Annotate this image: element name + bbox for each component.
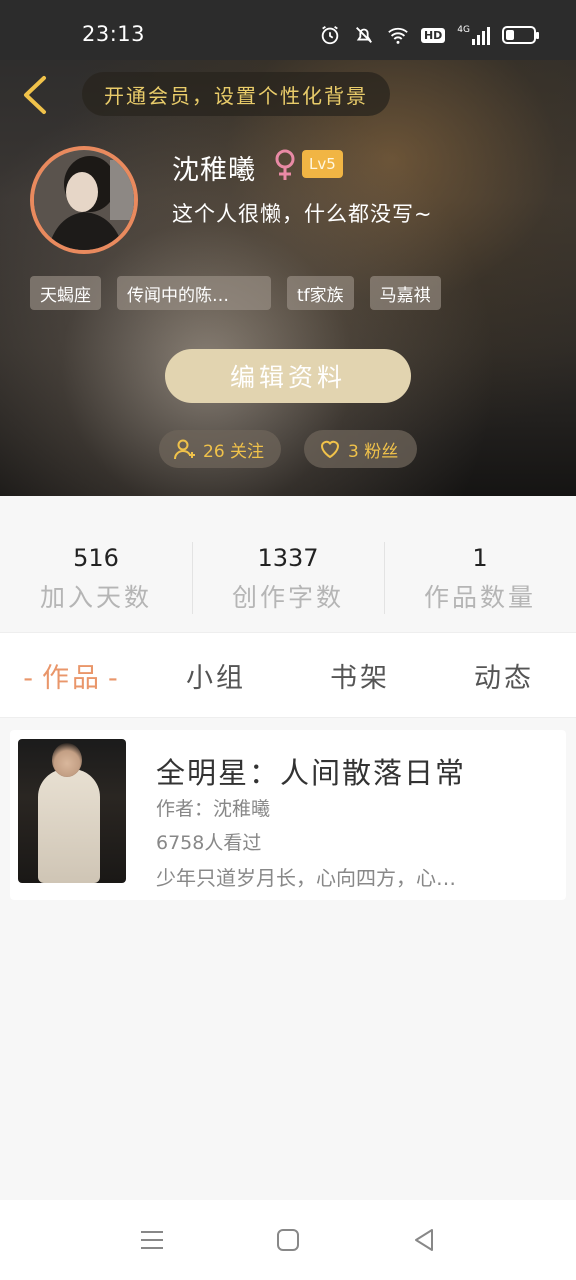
tab-works[interactable]: - 作品 - xyxy=(0,656,144,695)
stat-label: 创作字数 xyxy=(231,583,344,612)
status-time: 23:13 xyxy=(82,22,146,46)
back-button[interactable] xyxy=(16,72,56,118)
wifi-icon xyxy=(388,27,408,44)
stat-value: 516 xyxy=(73,544,119,572)
stat-word-count: 1337 创作字数 xyxy=(192,496,384,632)
tag-item[interactable]: tf家族 xyxy=(287,276,354,310)
tab-label: 作品 xyxy=(42,662,102,694)
avatar-image xyxy=(34,150,134,250)
profile-tabs: - 作品 - 小组 书架 动态 xyxy=(0,632,576,718)
level-badge: Lv5 xyxy=(302,150,343,178)
hd-icon: HD xyxy=(420,27,446,43)
cover-head xyxy=(52,743,82,777)
battery-icon xyxy=(502,26,539,44)
menu-icon[interactable] xyxy=(138,1226,166,1254)
edit-profile-button[interactable]: 编辑资料 xyxy=(165,349,411,403)
cover-figure xyxy=(38,769,100,883)
network-type-label: 4G xyxy=(457,25,470,35)
mute-bell-icon xyxy=(355,27,372,43)
stat-works-count: 1 作品数量 xyxy=(384,496,576,632)
tab-activity[interactable]: 动态 xyxy=(432,656,576,695)
avatar[interactable] xyxy=(30,146,138,254)
username: 沈稚曦 xyxy=(172,155,256,186)
tab-indicator-right: - xyxy=(108,662,121,694)
female-icon xyxy=(275,149,295,180)
stat-label: 加入天数 xyxy=(39,583,152,612)
following-button[interactable]: 26 关注 xyxy=(159,430,281,468)
work-title: 全明星：人间散落日常 xyxy=(156,756,467,790)
fans-button[interactable]: 3 粉丝 xyxy=(304,430,417,468)
stats-row: 516 加入天数 1337 创作字数 1 作品数量 xyxy=(0,496,576,632)
status-bar: 23:13 HD 4G xyxy=(0,0,576,60)
stat-join-days: 516 加入天数 xyxy=(0,496,192,632)
vip-banner[interactable]: 开通会员，设置个性化背景 xyxy=(82,72,390,116)
heart-icon xyxy=(320,440,340,459)
status-icons: HD 4G xyxy=(319,24,539,46)
system-nav-bar xyxy=(0,1200,576,1280)
tag-item[interactable]: 传闻中的陈… xyxy=(117,276,271,310)
stat-value: 1 xyxy=(472,544,488,572)
work-card[interactable]: 全明星：人间散落日常 作者：沈稚曦 6758人看过 少年只道岁月长，心向四方，心… xyxy=(10,730,566,900)
work-views: 6758人看过 xyxy=(156,832,262,854)
work-author: 作者：沈稚曦 xyxy=(156,798,271,820)
signal-icon: 4G xyxy=(457,25,490,45)
tab-bookshelf[interactable]: 书架 xyxy=(288,656,432,695)
stat-label: 作品数量 xyxy=(423,583,536,612)
alarm-icon xyxy=(321,25,339,45)
work-description: 少年只道岁月长，心向四方，心… xyxy=(156,866,456,890)
fans-count: 3 粉丝 xyxy=(348,441,399,462)
user-add-icon xyxy=(174,439,195,460)
tab-indicator-left: - xyxy=(23,662,36,694)
tag-list: 天蝎座 传闻中的陈… tf家族 马嘉祺 xyxy=(30,276,441,310)
user-bio: 这个人很懒，什么都没写~ xyxy=(172,202,433,226)
profile-header: 23:13 HD 4G 开通会员，设置个性化背景 沈稚曦 Lv5 这个人很懒，什… xyxy=(0,0,576,496)
work-cover-image[interactable] xyxy=(18,739,126,883)
home-icon[interactable] xyxy=(274,1226,302,1254)
tag-item[interactable]: 天蝎座 xyxy=(30,276,101,310)
stat-value: 1337 xyxy=(257,544,319,572)
back-triangle-icon[interactable] xyxy=(410,1226,438,1254)
tag-item[interactable]: 马嘉祺 xyxy=(369,276,441,310)
tab-groups[interactable]: 小组 xyxy=(144,656,288,695)
following-count: 26 关注 xyxy=(203,441,265,462)
